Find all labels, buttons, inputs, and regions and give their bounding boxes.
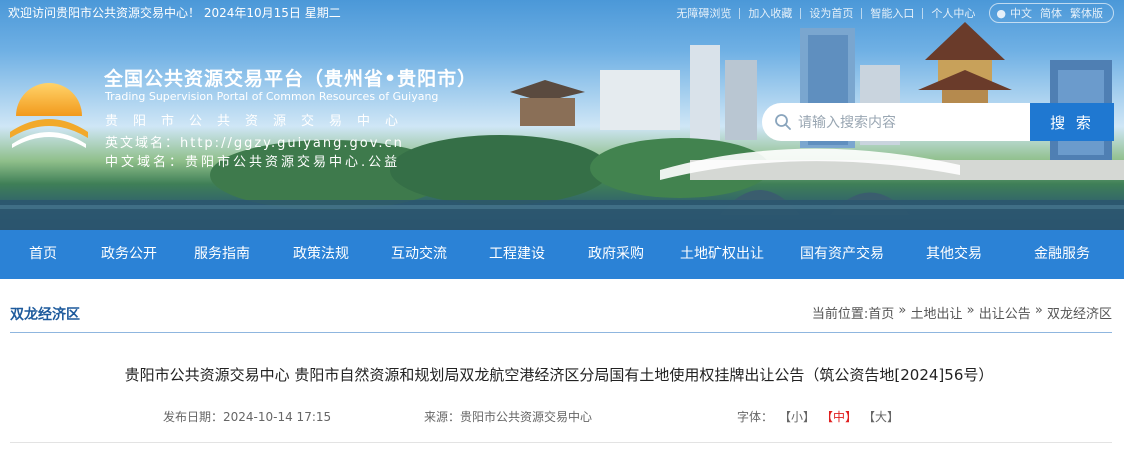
publish-date: 发布日期：2024-10-14 17:15	[163, 410, 332, 424]
site-title: 全国公共资源交易平台（贵州省•贵阳市）	[104, 68, 478, 90]
top-links: 无障碍浏览 加入收藏 设为首页 智能入口 个人中心 ● 中文 简体 繁体版	[668, 3, 1114, 23]
user-icon: ●	[996, 6, 1006, 20]
add-favorite-link[interactable]: 加入收藏	[740, 5, 800, 21]
nav-policies[interactable]: 政策法规	[272, 230, 370, 279]
breadcrumb-separator: »	[898, 303, 907, 318]
lang-traditional[interactable]: 繁体版	[1066, 5, 1107, 21]
language-switcher: ● 中文 简体 繁体版	[989, 3, 1114, 23]
breadcrumb-separator: »	[966, 303, 975, 318]
search-input[interactable]	[798, 114, 1028, 130]
nav-land-mining[interactable]: 土地矿权出让	[666, 230, 778, 279]
font-size-switcher: 字体： 【小】 【中】 【大】	[737, 408, 899, 425]
breadcrumb-current[interactable]: 双龙经济区	[1047, 303, 1112, 322]
lang-simplified[interactable]: 简体	[1036, 5, 1066, 21]
nav-service-guide[interactable]: 服务指南	[172, 230, 272, 279]
font-medium-button[interactable]: 【中】	[821, 408, 857, 425]
personal-center-link[interactable]: 个人中心	[923, 5, 983, 21]
accessibility-link[interactable]: 无障碍浏览	[668, 5, 739, 21]
lang-chinese[interactable]: 中文	[1006, 5, 1036, 21]
search-bar	[762, 103, 1032, 141]
article-source: 来源：贵阳市公共资源交易中心	[424, 410, 593, 424]
article-title: 贵阳市公共资源交易中心 贵阳市自然资源和规划局双龙航空港经济区分局国有土地使用权…	[124, 366, 994, 384]
site-logo-icon	[10, 83, 88, 148]
search-button[interactable]: 搜 索	[1030, 103, 1114, 141]
section-header: 双龙经济区 当前位置:首页 » 土地出让 » 出让公告 » 双龙经济区	[10, 297, 1112, 333]
set-homepage-link[interactable]: 设为首页	[801, 5, 861, 21]
nav-financial-services[interactable]: 金融服务	[1002, 230, 1122, 279]
nav-government-affairs[interactable]: 政务公开	[86, 230, 172, 279]
section-title: 双龙经济区	[10, 307, 80, 323]
font-small-button[interactable]: 【小】	[779, 408, 815, 425]
breadcrumb-separator: »	[1034, 303, 1043, 318]
nav-interaction[interactable]: 互动交流	[370, 230, 468, 279]
content-divider	[10, 442, 1112, 443]
nav-home[interactable]: 首页	[0, 230, 86, 279]
nav-state-assets[interactable]: 国有资产交易	[778, 230, 906, 279]
breadcrumb-land-transfer[interactable]: 土地出让	[910, 303, 962, 322]
main-nav: 首页 政务公开 服务指南 政策法规 互动交流 工程建设 政府采购 土地矿权出让 …	[0, 230, 1124, 279]
org-name: 贵阳市公共资源交易中心	[105, 114, 414, 129]
breadcrumb-transfer-notice[interactable]: 出让公告	[979, 303, 1031, 322]
breadcrumb: 当前位置:首页 » 土地出让 » 出让公告 » 双龙经济区	[812, 303, 1112, 322]
search-icon	[775, 114, 791, 130]
welcome-text: 欢迎访问贵阳市公共资源交易中心！ 2024年10月15日 星期二	[8, 6, 341, 20]
font-large-button[interactable]: 【大】	[863, 408, 899, 425]
chinese-domain: 中文域名：贵阳市公共资源交易中心.公益	[105, 155, 401, 170]
site-subtitle: Trading Supervision Portal of Common Res…	[105, 90, 439, 103]
header-banner: 欢迎访问贵阳市公共资源交易中心！ 2024年10月15日 星期二 无障碍浏览 加…	[0, 0, 1124, 230]
nav-other-trading[interactable]: 其他交易	[906, 230, 1002, 279]
breadcrumb-home[interactable]: 当前位置:首页	[812, 303, 894, 322]
english-domain: 英文域名：http://ggzy.guiyang.gov.cn	[105, 136, 404, 151]
top-utility-bar: 欢迎访问贵阳市公共资源交易中心！ 2024年10月15日 星期二 无障碍浏览 加…	[0, 0, 1124, 24]
nav-construction[interactable]: 工程建设	[468, 230, 566, 279]
smart-entry-link[interactable]: 智能入口	[862, 5, 922, 21]
nav-procurement[interactable]: 政府采购	[566, 230, 666, 279]
font-size-label: 字体：	[737, 410, 774, 424]
